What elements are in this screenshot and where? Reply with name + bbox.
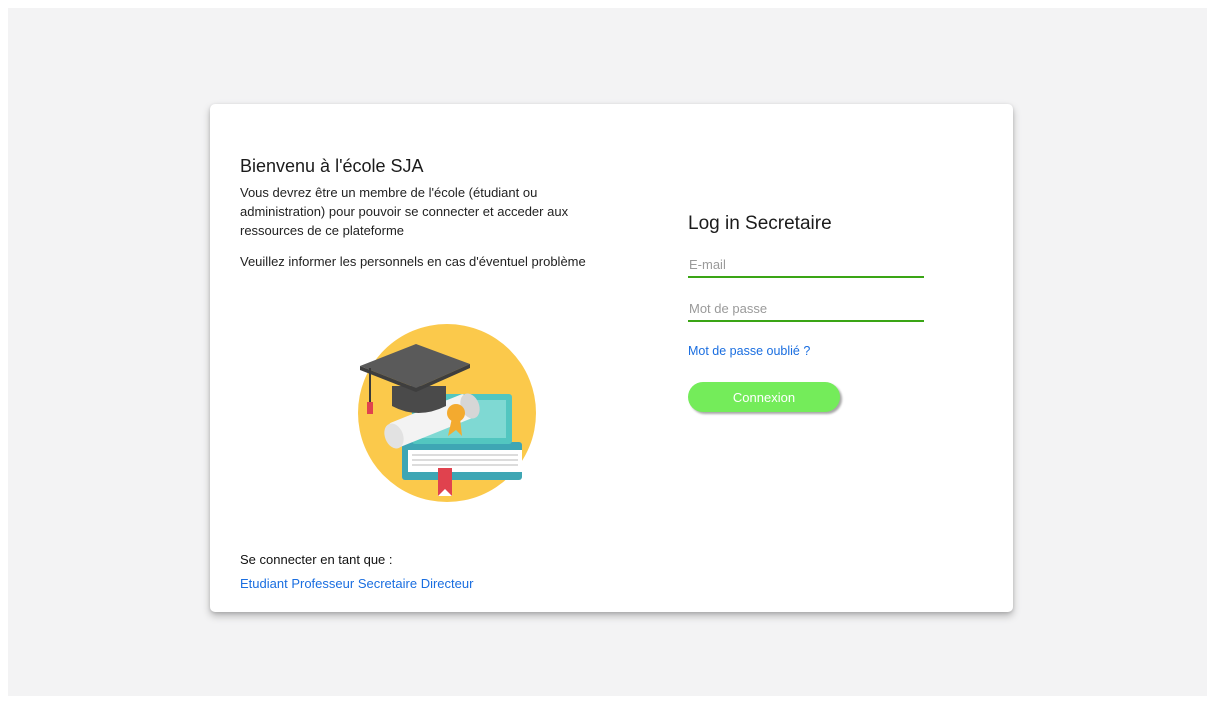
role-link-secretaire[interactable]: Secretaire — [358, 576, 417, 591]
welcome-intro: Vous devrez être un membre de l'école (é… — [240, 185, 569, 238]
welcome-panel: Bienvenu à l'école SJA Vous devrez être … — [240, 154, 620, 271]
graduation-icon — [352, 318, 542, 508]
form-title: Log in Secretaire — [688, 213, 832, 234]
connexion-button[interactable]: Connexion — [688, 382, 840, 412]
role-label: Se connecter en tant que : — [240, 552, 393, 567]
role-links: Etudiant Professeur Secretaire Directeur — [240, 574, 473, 593]
role-link-etudiant[interactable]: Etudiant — [240, 576, 288, 591]
role-link-professeur[interactable]: Professeur — [291, 576, 354, 591]
role-link-directeur[interactable]: Directeur — [421, 576, 474, 591]
role-selector: Se connecter en tant que : Etudiant Prof… — [240, 550, 473, 593]
login-card: Bienvenu à l'école SJA Vous devrez être … — [210, 104, 1013, 612]
forgot-password-link[interactable]: Mot de passe oublié ? — [688, 344, 810, 358]
password-field[interactable] — [688, 299, 924, 322]
page-background: Bienvenu à l'école SJA Vous devrez être … — [8, 8, 1207, 696]
login-form: Log in Secretaire Mot de passe oublié ? … — [688, 212, 928, 412]
email-field[interactable] — [688, 255, 924, 278]
book-bottom-pages — [408, 450, 522, 472]
welcome-title: Bienvenu à l'école SJA — [240, 156, 424, 176]
welcome-info: Veuillez informer les personnels en cas … — [240, 254, 586, 269]
